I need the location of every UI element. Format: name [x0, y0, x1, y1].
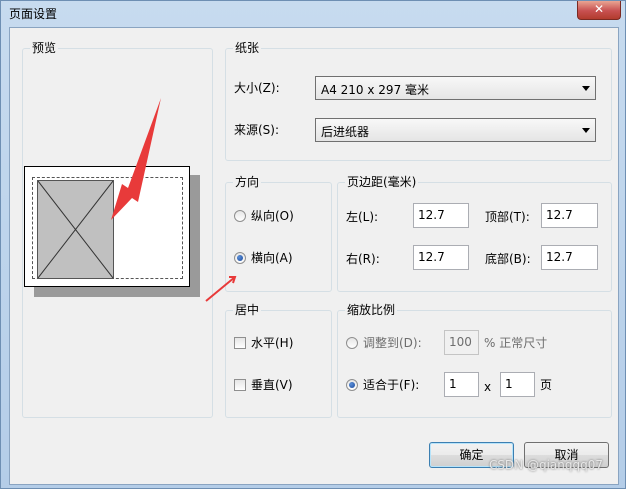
margins-group-label: 页边距(毫米): [345, 175, 419, 189]
margin-left-input[interactable]: 12.7: [413, 203, 469, 228]
dropdown-arrow-icon: [582, 86, 590, 91]
fit-to-radio[interactable]: [346, 379, 358, 391]
margin-top-input[interactable]: 12.7: [541, 203, 598, 228]
adjust-to-label[interactable]: 调整到(D):: [363, 336, 422, 350]
center-group-label: 居中: [233, 303, 262, 317]
margin-bottom-label: 底部(B):: [485, 252, 531, 266]
center-group: 居中: [225, 303, 332, 418]
scale-group: 缩放比例: [337, 303, 612, 418]
margin-right-label: 右(R):: [346, 252, 380, 266]
paper-source-value: 后进纸器: [321, 125, 370, 139]
fit-times-label: x: [484, 380, 492, 394]
fit-wide-input[interactable]: 1: [444, 372, 479, 397]
watermark-text: CSDN @qianqqq07: [488, 458, 603, 472]
margin-left-label: 左(L):: [346, 210, 379, 224]
preview-image-placeholder: [37, 180, 114, 279]
adjust-to-radio[interactable]: [346, 337, 358, 349]
paper-size-label: 大小(Z):: [234, 81, 280, 95]
paper-group: 纸张: [225, 41, 612, 161]
paper-source-label: 来源(S):: [234, 123, 280, 137]
center-horizontal-label[interactable]: 水平(H): [251, 336, 293, 350]
center-horizontal-checkbox[interactable]: [234, 337, 246, 349]
dropdown-arrow-icon: [582, 128, 590, 133]
window-title: 页面设置: [9, 7, 58, 21]
margin-right-input[interactable]: 12.7: [413, 245, 469, 270]
center-vertical-label[interactable]: 垂直(V): [251, 378, 293, 392]
preview-paper: [24, 166, 190, 287]
adjust-to-input[interactable]: 100: [444, 330, 479, 355]
close-icon: ✕: [593, 2, 605, 16]
paper-size-select[interactable]: A4 210 x 297 毫米: [315, 76, 596, 100]
paper-group-label: 纸张: [233, 41, 262, 55]
landscape-label[interactable]: 横向(A): [251, 251, 293, 265]
page-setup-dialog: 页面设置 ✕ 预览 纸张 大小(Z): A4 210 x 297 毫米 来源(S…: [0, 0, 626, 489]
preview-group-label: 预览: [30, 41, 59, 55]
landscape-radio[interactable]: [234, 252, 246, 264]
portrait-label[interactable]: 纵向(O): [251, 209, 294, 223]
paper-source-select[interactable]: 后进纸器: [315, 118, 596, 142]
margins-group: 页边距(毫米): [337, 175, 612, 292]
close-button[interactable]: ✕: [577, 1, 621, 20]
orientation-group: 方向: [225, 175, 332, 292]
margin-top-label: 顶部(T):: [485, 210, 530, 224]
fit-tall-input[interactable]: 1: [500, 372, 535, 397]
dialog-body: 预览 纸张 大小(Z): A4 210 x 297 毫米 来源(S): 后进纸器: [9, 27, 619, 485]
fit-pages-suffix: 页: [540, 378, 553, 392]
portrait-radio[interactable]: [234, 210, 246, 222]
adjust-to-suffix: % 正常尺寸: [484, 336, 548, 350]
orientation-group-label: 方向: [233, 175, 262, 189]
margin-bottom-input[interactable]: 12.7: [541, 245, 598, 270]
scale-group-label: 缩放比例: [345, 303, 398, 317]
title-bar[interactable]: 页面设置 ✕: [1, 1, 626, 27]
placeholder-cross-icon: [38, 181, 113, 278]
center-vertical-checkbox[interactable]: [234, 379, 246, 391]
paper-size-value: A4 210 x 297 毫米: [321, 83, 430, 97]
fit-to-label[interactable]: 适合于(F):: [363, 378, 419, 392]
